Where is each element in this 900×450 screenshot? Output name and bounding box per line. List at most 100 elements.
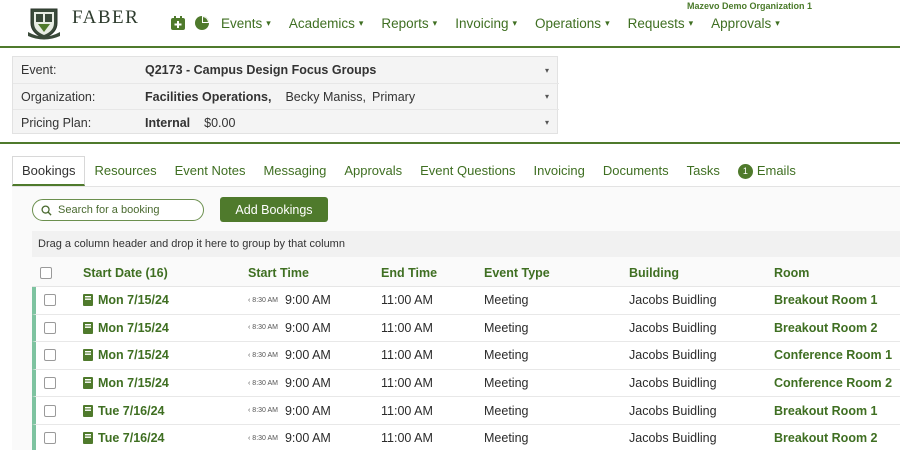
nav-academics[interactable]: Academics ▾ [289, 16, 364, 31]
select-all-checkbox[interactable] [40, 266, 52, 279]
row-checkbox[interactable] [44, 377, 56, 390]
bookings-panel: Add Bookings Drag a column header and dr… [12, 186, 900, 450]
emails-count-badge: 1 [737, 163, 753, 179]
table-row[interactable]: Mon 7/15/24 ‹ 8:30 AM 9:00 AM 11:00 AM M… [32, 314, 900, 343]
row-checkbox[interactable] [44, 432, 56, 445]
setup-time: ‹ 8:30 AM [248, 324, 278, 331]
table-row[interactable]: Mon 7/15/24 ‹ 8:30 AM 9:00 AM 11:00 AM M… [32, 342, 900, 370]
booking-date-text: Mon 7/15/24 [98, 293, 169, 308]
search-input[interactable] [58, 204, 198, 216]
room-link[interactable]: Breakout Room 1 [774, 293, 878, 307]
start-time: 9:00 AM [284, 320, 331, 335]
room-link[interactable]: Conference Room 1 [774, 348, 892, 362]
table-row[interactable]: Tue 7/16/24 ‹ 8:30 AM 9:00 AM 11:00 AM M… [32, 424, 900, 450]
booking-icon [83, 377, 93, 390]
setup-time: ‹ 8:30 AM [248, 297, 278, 304]
pricing-value: Internal $0.00 [145, 116, 235, 130]
event-summary-panel: Event: Q2173 - Campus Design Focus Group… [12, 56, 559, 135]
nav-requests-label: Requests [627, 16, 685, 31]
row-checkbox[interactable] [44, 349, 56, 362]
chevron-down-icon[interactable]: ▾ [545, 92, 549, 101]
booking-date[interactable]: Mon 7/15/24 [83, 321, 169, 335]
contact-role: Primary [372, 89, 416, 104]
tab-event-notes[interactable]: Event Notes [166, 156, 255, 186]
tab-approvals[interactable]: Approvals [335, 156, 411, 186]
table-row[interactable]: Mon 7/15/24 ‹ 8:30 AM 9:00 AM 11:00 AM M… [32, 287, 900, 315]
header-room[interactable]: Room [774, 266, 809, 280]
building: Jacobs Buidling [629, 293, 717, 308]
room-link[interactable]: Breakout Room 1 [774, 404, 878, 418]
booking-date[interactable]: Mon 7/15/24 [83, 293, 169, 307]
pricing-row[interactable]: Pricing Plan: Internal $0.00 ▾ [13, 109, 559, 135]
room-link[interactable]: Breakout Room 2 [774, 431, 878, 445]
header-start-time[interactable]: Start Time [248, 266, 309, 280]
booking-date[interactable]: Mon 7/15/24 [83, 348, 169, 362]
event-type: Meeting [484, 320, 529, 335]
search-icon [41, 204, 52, 216]
event-type: Meeting [484, 293, 529, 308]
table-header: Start Date (16) Start Time End Time Even… [32, 259, 900, 287]
setup-time-text: 8:30 AM [252, 324, 278, 332]
tab-emails[interactable]: 1 Emails [729, 156, 805, 186]
organization-name[interactable]: Mazevo Demo Organization 1 [687, 1, 812, 11]
booking-date[interactable]: Tue 7/16/24 [83, 404, 164, 418]
booking-date[interactable]: Mon 7/15/24 [83, 376, 169, 390]
table-row[interactable]: Mon 7/15/24 ‹ 8:30 AM 9:00 AM 11:00 AM M… [32, 369, 900, 398]
row-checkbox[interactable] [44, 321, 56, 334]
setup-time: ‹ 8:30 AM [248, 352, 278, 359]
nav-divider [0, 46, 900, 48]
table-row[interactable]: Tue 7/16/24 ‹ 8:30 AM 9:00 AM 11:00 AM M… [32, 397, 900, 425]
room-link[interactable]: Conference Room 2 [774, 376, 892, 390]
event-type: Meeting [484, 403, 529, 418]
header-end-time[interactable]: End Time [381, 266, 437, 280]
nav-requests[interactable]: Requests ▾ [628, 16, 694, 31]
setup-time-text: 8:30 AM [252, 351, 278, 359]
booking-date-text: Tue 7/16/24 [98, 431, 165, 446]
booking-date[interactable]: Tue 7/16/24 [83, 431, 164, 445]
start-time-cell: ‹ 8:30 AM 9:00 AM [248, 321, 331, 335]
tab-invoicing[interactable]: Invoicing [525, 156, 594, 186]
tab-bookings[interactable]: Bookings [12, 156, 86, 186]
start-time: 9:00 AM [284, 376, 331, 391]
nav-events[interactable]: Events ▾ [221, 16, 271, 31]
tab-tasks[interactable]: Tasks [678, 156, 729, 186]
nav-approvals-label: Approvals [711, 16, 772, 31]
pie-chart-icon[interactable] [194, 15, 210, 31]
chevron-down-icon[interactable]: ▾ [545, 66, 549, 75]
nav-operations[interactable]: Operations ▾ [535, 16, 610, 31]
room-link[interactable]: Breakout Room 2 [774, 321, 878, 335]
row-checkbox[interactable] [44, 294, 56, 307]
add-bookings-button[interactable]: Add Bookings [220, 197, 328, 222]
chevron-down-icon: ▾ [512, 18, 518, 28]
organization-value: Facilities Operations, Becky Maniss, Pri… [145, 90, 415, 104]
nav-events-label: Events [221, 16, 263, 31]
tab-messaging[interactable]: Messaging [254, 156, 335, 186]
quick-actions [170, 15, 210, 31]
nav-approvals[interactable]: Approvals ▾ [711, 16, 780, 31]
header-building[interactable]: Building [629, 266, 679, 280]
event-type: Meeting [484, 431, 529, 446]
organization-row[interactable]: Organization: Facilities Operations, Bec… [13, 83, 559, 109]
header-start-date[interactable]: Start Date (16) [83, 266, 168, 280]
chevron-down-icon: ▾ [358, 18, 364, 28]
pricing-plan-name: Internal [145, 115, 191, 130]
tab-resources[interactable]: Resources [85, 156, 165, 186]
chevron-left-icon: ‹ [248, 351, 251, 359]
group-by-drop-zone[interactable]: Drag a column header and drop it here to… [32, 231, 900, 257]
booking-date-text: Mon 7/15/24 [98, 348, 169, 363]
booking-date-text: Tue 7/16/24 [98, 403, 165, 418]
tab-documents[interactable]: Documents [594, 156, 678, 186]
add-event-icon[interactable] [170, 15, 186, 31]
search-box[interactable] [32, 199, 204, 221]
nav-invoicing-label: Invoicing [455, 16, 509, 31]
tab-event-questions[interactable]: Event Questions [411, 156, 524, 186]
organization-label: Organization: [21, 89, 96, 104]
chevron-down-icon[interactable]: ▾ [545, 118, 549, 127]
app-logo[interactable]: FABER [26, 5, 139, 41]
row-checkbox[interactable] [44, 404, 56, 417]
pricing-amount: $0.00 [204, 115, 236, 130]
header-event-type[interactable]: Event Type [484, 266, 550, 280]
nav-reports[interactable]: Reports ▾ [381, 16, 437, 31]
event-row[interactable]: Event: Q2173 - Campus Design Focus Group… [13, 57, 559, 83]
nav-invoicing[interactable]: Invoicing ▾ [455, 16, 517, 31]
